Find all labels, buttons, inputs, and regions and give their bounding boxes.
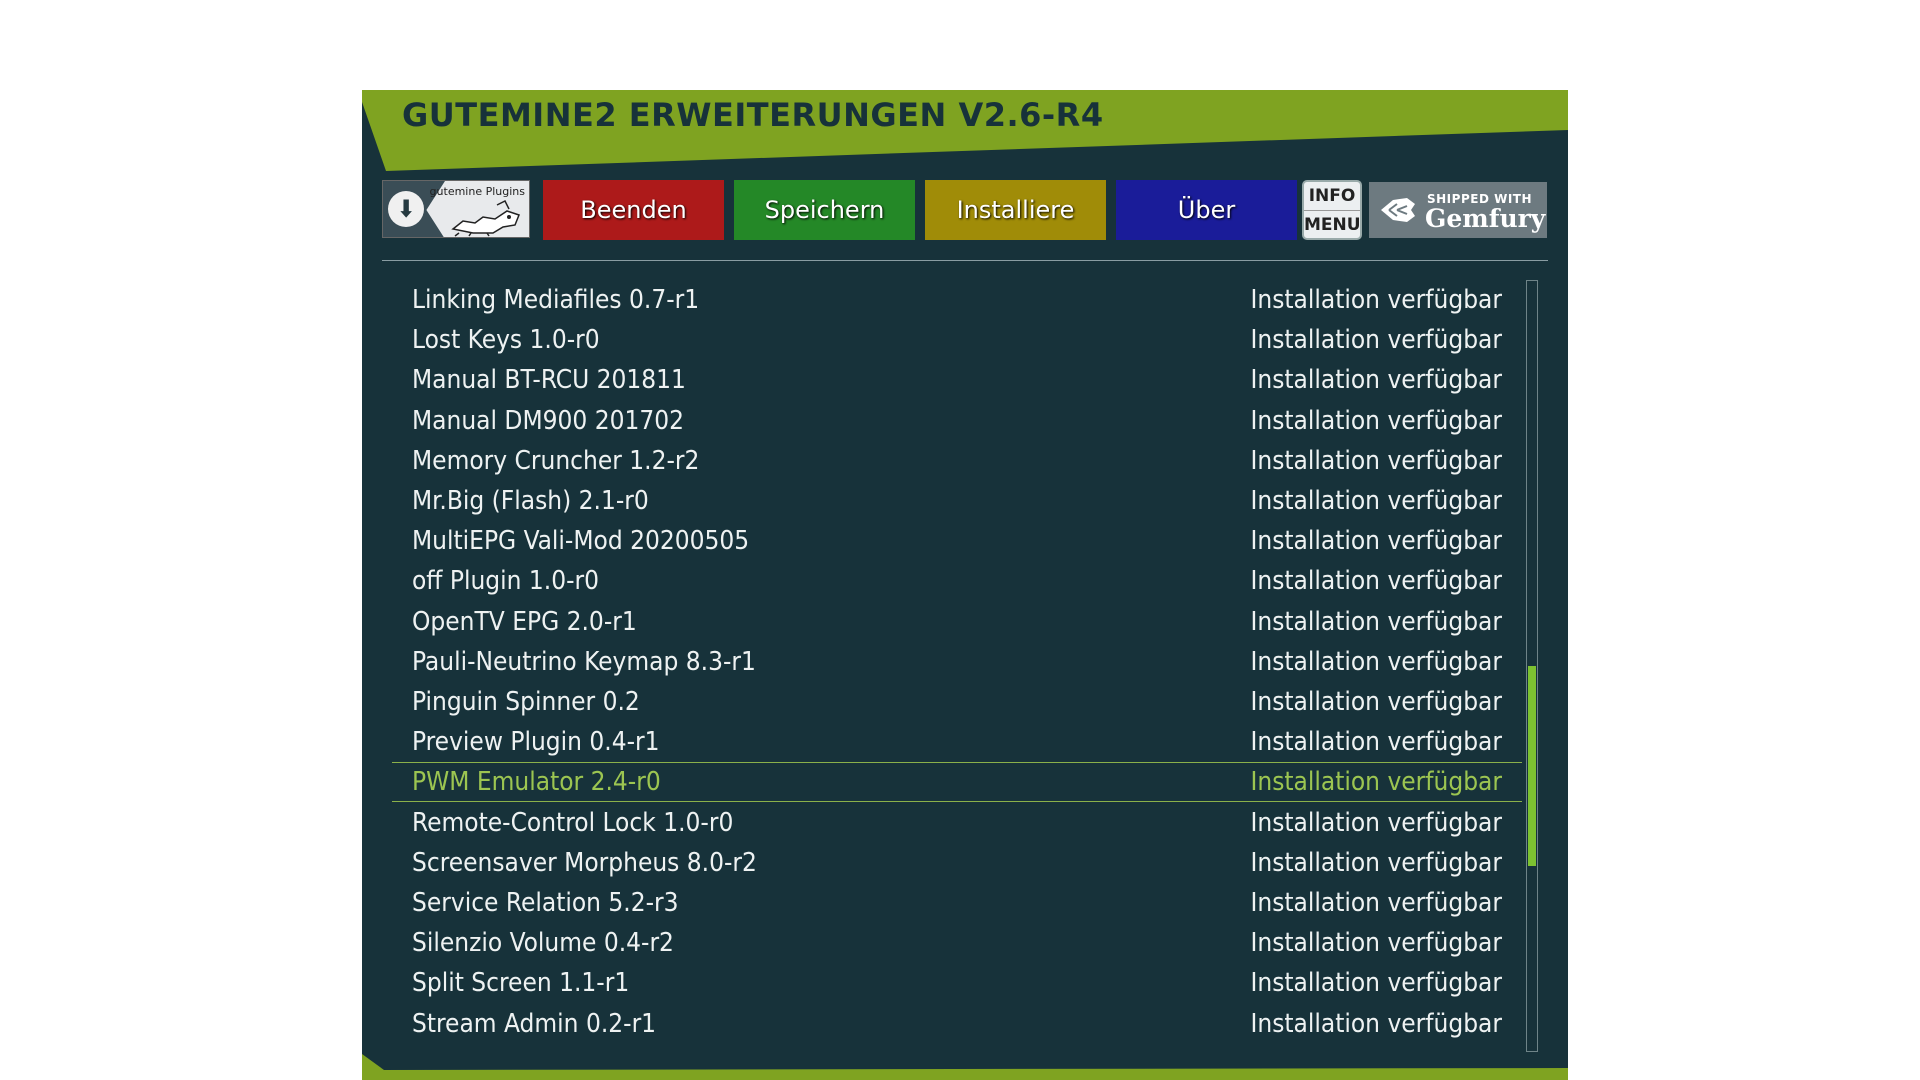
plugin-manager-window: GUTEMINE2 ERWEITERUNGEN V2.6-R4 ⬇ gutemi… xyxy=(362,90,1568,1080)
plugin-status: Installation verfügbar xyxy=(1250,526,1502,557)
plugin-status: Installation verfügbar xyxy=(1250,566,1502,597)
plugin-list: Linking Mediafiles 0.7-r1 Installation ve… xyxy=(362,280,1568,1050)
page-title: GUTEMINE2 ERWEITERUNGEN V2.6-R4 xyxy=(402,96,1104,134)
plugin-name: Stream Admin 0.2-r1 xyxy=(412,1008,657,1039)
plugin-name: Service Relation 5.2-r3 xyxy=(412,888,679,918)
menu-key-label: MENU xyxy=(1304,215,1361,235)
toolbar: ⬇ gutemine Plugins Beenden Speichern Ins… xyxy=(362,180,1568,240)
divider xyxy=(382,260,1548,261)
list-item[interactable]: Lost Keys 1.0-r0 Installation verfügbar xyxy=(392,320,1522,360)
plugin-name: OpenTV EPG 2.0-r1 xyxy=(412,606,637,637)
list-item[interactable]: Split Screen 1.1-r1 Installation verfügba… xyxy=(392,963,1522,1003)
list-item[interactable]: OpenTV EPG 2.0-r1 Installation verfügbar xyxy=(392,602,1522,642)
plugin-status: Installation verfügbar xyxy=(1250,727,1502,758)
plugin-status: Installation verfügbar xyxy=(1250,486,1502,516)
list-item[interactable]: Preview Plugin 0.4-r1 Installation verfüg… xyxy=(392,722,1522,762)
gemfury-wordmark: Gemfury xyxy=(1425,204,1546,233)
list-item[interactable]: Memory Cruncher 1.2-r2 Installation verfü… xyxy=(392,441,1522,481)
scrollbar[interactable] xyxy=(1526,280,1538,1052)
plugin-status: Installation verfügbar xyxy=(1250,1008,1502,1039)
yellow-install-button[interactable]: Installiere xyxy=(925,180,1106,240)
list-item[interactable]: Stream Admin 0.2-r1 Installation verfügba… xyxy=(392,1004,1522,1044)
dog-mascot-icon xyxy=(451,199,520,237)
list-item[interactable]: MultiEPG Vali-Mod 20200505 Installation v… xyxy=(392,521,1522,561)
green-save-button[interactable]: Speichern xyxy=(734,180,915,240)
list-item[interactable]: Remote-Control Lock 1.0-r0 Installation v… xyxy=(392,803,1522,843)
list-item[interactable]: Manual BT-RCU 201811 Installation verfügb… xyxy=(392,360,1522,400)
list-item[interactable]: Service Relation 5.2-r3 Installation verf… xyxy=(392,883,1522,923)
gemfury-badge: SHIPPED WITH Gemfury xyxy=(1369,182,1547,238)
info-menu-key[interactable]: INFO MENU xyxy=(1302,180,1362,240)
blue-about-button[interactable]: Über xyxy=(1116,180,1297,240)
plugin-status: Installation verfügbar xyxy=(1250,807,1502,838)
plugin-status: Installation verfügbar xyxy=(1250,687,1502,717)
list-item[interactable]: off Plugin 1.0-r0 Installation verfügbar xyxy=(392,561,1522,601)
plugin-status: Installation verfügbar xyxy=(1250,928,1502,959)
list-item[interactable]: Screensaver Morpheus 8.0-r2 Installation … xyxy=(392,843,1522,883)
plugin-name: Split Screen 1.1-r1 xyxy=(412,968,630,999)
gemfury-logo-icon xyxy=(1381,198,1415,222)
logo-label: gutemine Plugins xyxy=(429,185,525,198)
plugin-name: Linking Mediafiles 0.7-r1 xyxy=(412,285,700,315)
plugin-name: Silenzio Volume 0.4-r2 xyxy=(412,928,674,959)
plugin-name: Remote-Control Lock 1.0-r0 xyxy=(412,807,734,838)
info-key-label: INFO xyxy=(1304,182,1360,211)
plugin-status: Installation verfügbar xyxy=(1250,405,1502,436)
list-item[interactable]: Pinguin Spinner 0.2 Installation verfügba… xyxy=(392,682,1522,722)
download-icon: ⬇ xyxy=(388,191,424,227)
plugin-status: Installation verfügbar xyxy=(1250,847,1502,878)
red-exit-button[interactable]: Beenden xyxy=(543,180,724,240)
plugin-status: Installation verfügbar xyxy=(1250,325,1502,356)
plugin-name: Memory Cruncher 1.2-r2 xyxy=(412,445,700,476)
footer-band xyxy=(362,1054,1568,1080)
plugin-name: Manual BT-RCU 201811 xyxy=(412,365,686,396)
list-item[interactable]: Pauli-Neutrino Keymap 8.3-r1 Installation… xyxy=(392,642,1522,682)
scrollbar-thumb[interactable] xyxy=(1528,666,1536,867)
plugin-status: Installation verfügbar xyxy=(1250,365,1502,396)
plugin-status: Installation verfügbar xyxy=(1250,606,1502,637)
plugin-status: Installation verfügbar xyxy=(1250,888,1502,918)
plugin-status: Installation verfügbar xyxy=(1250,767,1502,798)
plugin-name: PWM Emulator 2.4-r0 xyxy=(412,767,661,798)
plugin-name: Manual DM900 201702 xyxy=(412,405,684,436)
plugin-name: Pinguin Spinner 0.2 xyxy=(412,687,640,717)
plugin-name: Lost Keys 1.0-r0 xyxy=(412,325,600,356)
list-item[interactable]: Silenzio Volume 0.4-r2 Installation verfü… xyxy=(392,923,1522,963)
list-item[interactable]: Manual DM900 201702 Installation verfügba… xyxy=(392,401,1522,441)
list-item[interactable]: Linking Mediafiles 0.7-r1 Installation ve… xyxy=(392,280,1522,320)
plugin-name: Pauli-Neutrino Keymap 8.3-r1 xyxy=(412,646,756,677)
plugin-name: Screensaver Morpheus 8.0-r2 xyxy=(412,847,757,878)
list-item-selected[interactable]: PWM Emulator 2.4-r0 Installation verfügba… xyxy=(392,762,1522,803)
plugin-name: off Plugin 1.0-r0 xyxy=(412,566,600,597)
plugin-status: Installation verfügbar xyxy=(1250,968,1502,999)
plugin-status: Installation verfügbar xyxy=(1250,646,1502,677)
plugin-name: Mr.Big (Flash) 2.1-r0 xyxy=(412,486,649,516)
plugin-name: Preview Plugin 0.4-r1 xyxy=(412,727,660,758)
plugin-name: MultiEPG Vali-Mod 20200505 xyxy=(412,526,750,557)
list-item[interactable]: Mr.Big (Flash) 2.1-r0 Installation verfüg… xyxy=(392,481,1522,521)
plugin-status: Installation verfügbar xyxy=(1250,445,1502,476)
plugin-status: Installation verfügbar xyxy=(1250,285,1502,315)
gutemine-plugins-logo: ⬇ gutemine Plugins xyxy=(382,180,530,238)
